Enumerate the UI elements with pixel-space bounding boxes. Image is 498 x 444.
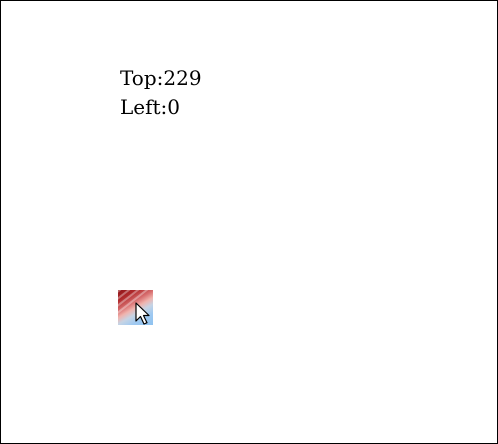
position-readout: Top:229 Left:0 bbox=[120, 64, 202, 122]
drag-square[interactable] bbox=[118, 290, 153, 325]
left-readout: Left:0 bbox=[120, 95, 181, 119]
top-readout: Top:229 bbox=[120, 66, 202, 90]
canvas-frame: Top:229 Left:0 bbox=[0, 0, 498, 444]
